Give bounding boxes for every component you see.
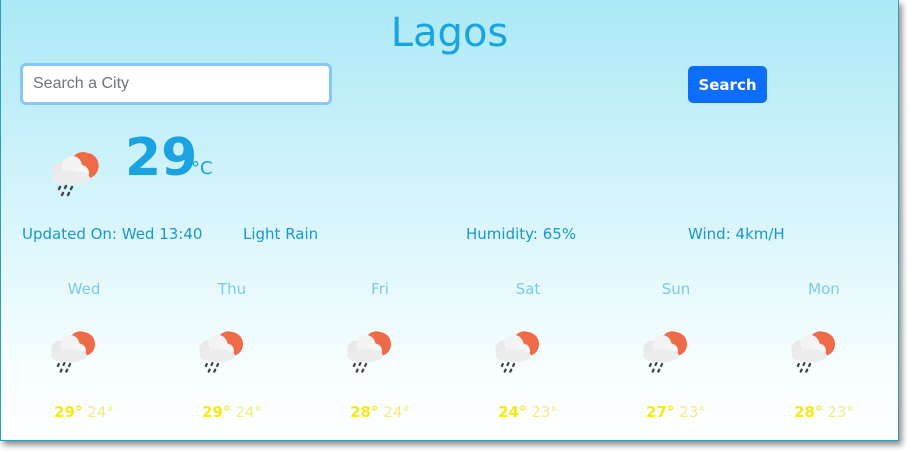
forecast-low: 24° [235, 403, 262, 421]
wind: Wind: 4km/H [688, 225, 785, 243]
temperature-unit: °C [191, 158, 213, 179]
forecast-day: Sun [661, 280, 691, 298]
forecast-day: Sat [515, 280, 541, 298]
partly-cloudy-rain-icon [485, 320, 545, 380]
forecast-high: 29° [54, 403, 83, 421]
partly-cloudy-rain-icon [41, 320, 101, 380]
partly-cloudy-rain-icon [337, 320, 397, 380]
forecast-temps: 27° 23° [626, 403, 726, 421]
forecast-high: 29° [202, 403, 231, 421]
partly-cloudy-rain-icon [41, 140, 105, 204]
humidity: Humidity: 65% [466, 225, 577, 243]
forecast-high: 27° [646, 403, 675, 421]
forecast-day: Thu [217, 280, 247, 298]
updated-on: Updated On: Wed 13:40 [22, 225, 203, 243]
forecast-low: 24° [383, 403, 410, 421]
city-search-input[interactable] [20, 63, 332, 105]
forecast-high: 24° [498, 403, 527, 421]
forecast-day: Wed [67, 280, 101, 298]
forecast-temps: 29° 24° [34, 403, 134, 421]
partly-cloudy-rain-icon [781, 320, 841, 380]
forecast-temps: 28° 24° [330, 403, 430, 421]
forecast-temps: 29° 24° [182, 403, 282, 421]
weather-condition: Light Rain [243, 225, 319, 243]
partly-cloudy-rain-icon [189, 320, 249, 380]
forecast-low: 24° [87, 403, 114, 421]
partly-cloudy-rain-icon [633, 320, 693, 380]
forecast-temps: 24° 23° [478, 403, 578, 421]
search-button[interactable]: Search [688, 66, 767, 103]
forecast-low: 23° [679, 403, 706, 421]
forecast-day: Mon [808, 280, 840, 298]
forecast-day: Fri [371, 280, 389, 298]
forecast-high: 28° [350, 403, 379, 421]
current-temperature: 29 [125, 128, 198, 188]
forecast-high: 28° [794, 403, 823, 421]
city-title: Lagos [390, 10, 509, 56]
weather-app: Lagos Search 29 °C Updated On: Wed 13:40… [0, 0, 899, 441]
forecast-temps: 28° 23° [774, 403, 874, 421]
forecast-low: 23° [531, 403, 558, 421]
forecast-low: 23° [827, 403, 854, 421]
